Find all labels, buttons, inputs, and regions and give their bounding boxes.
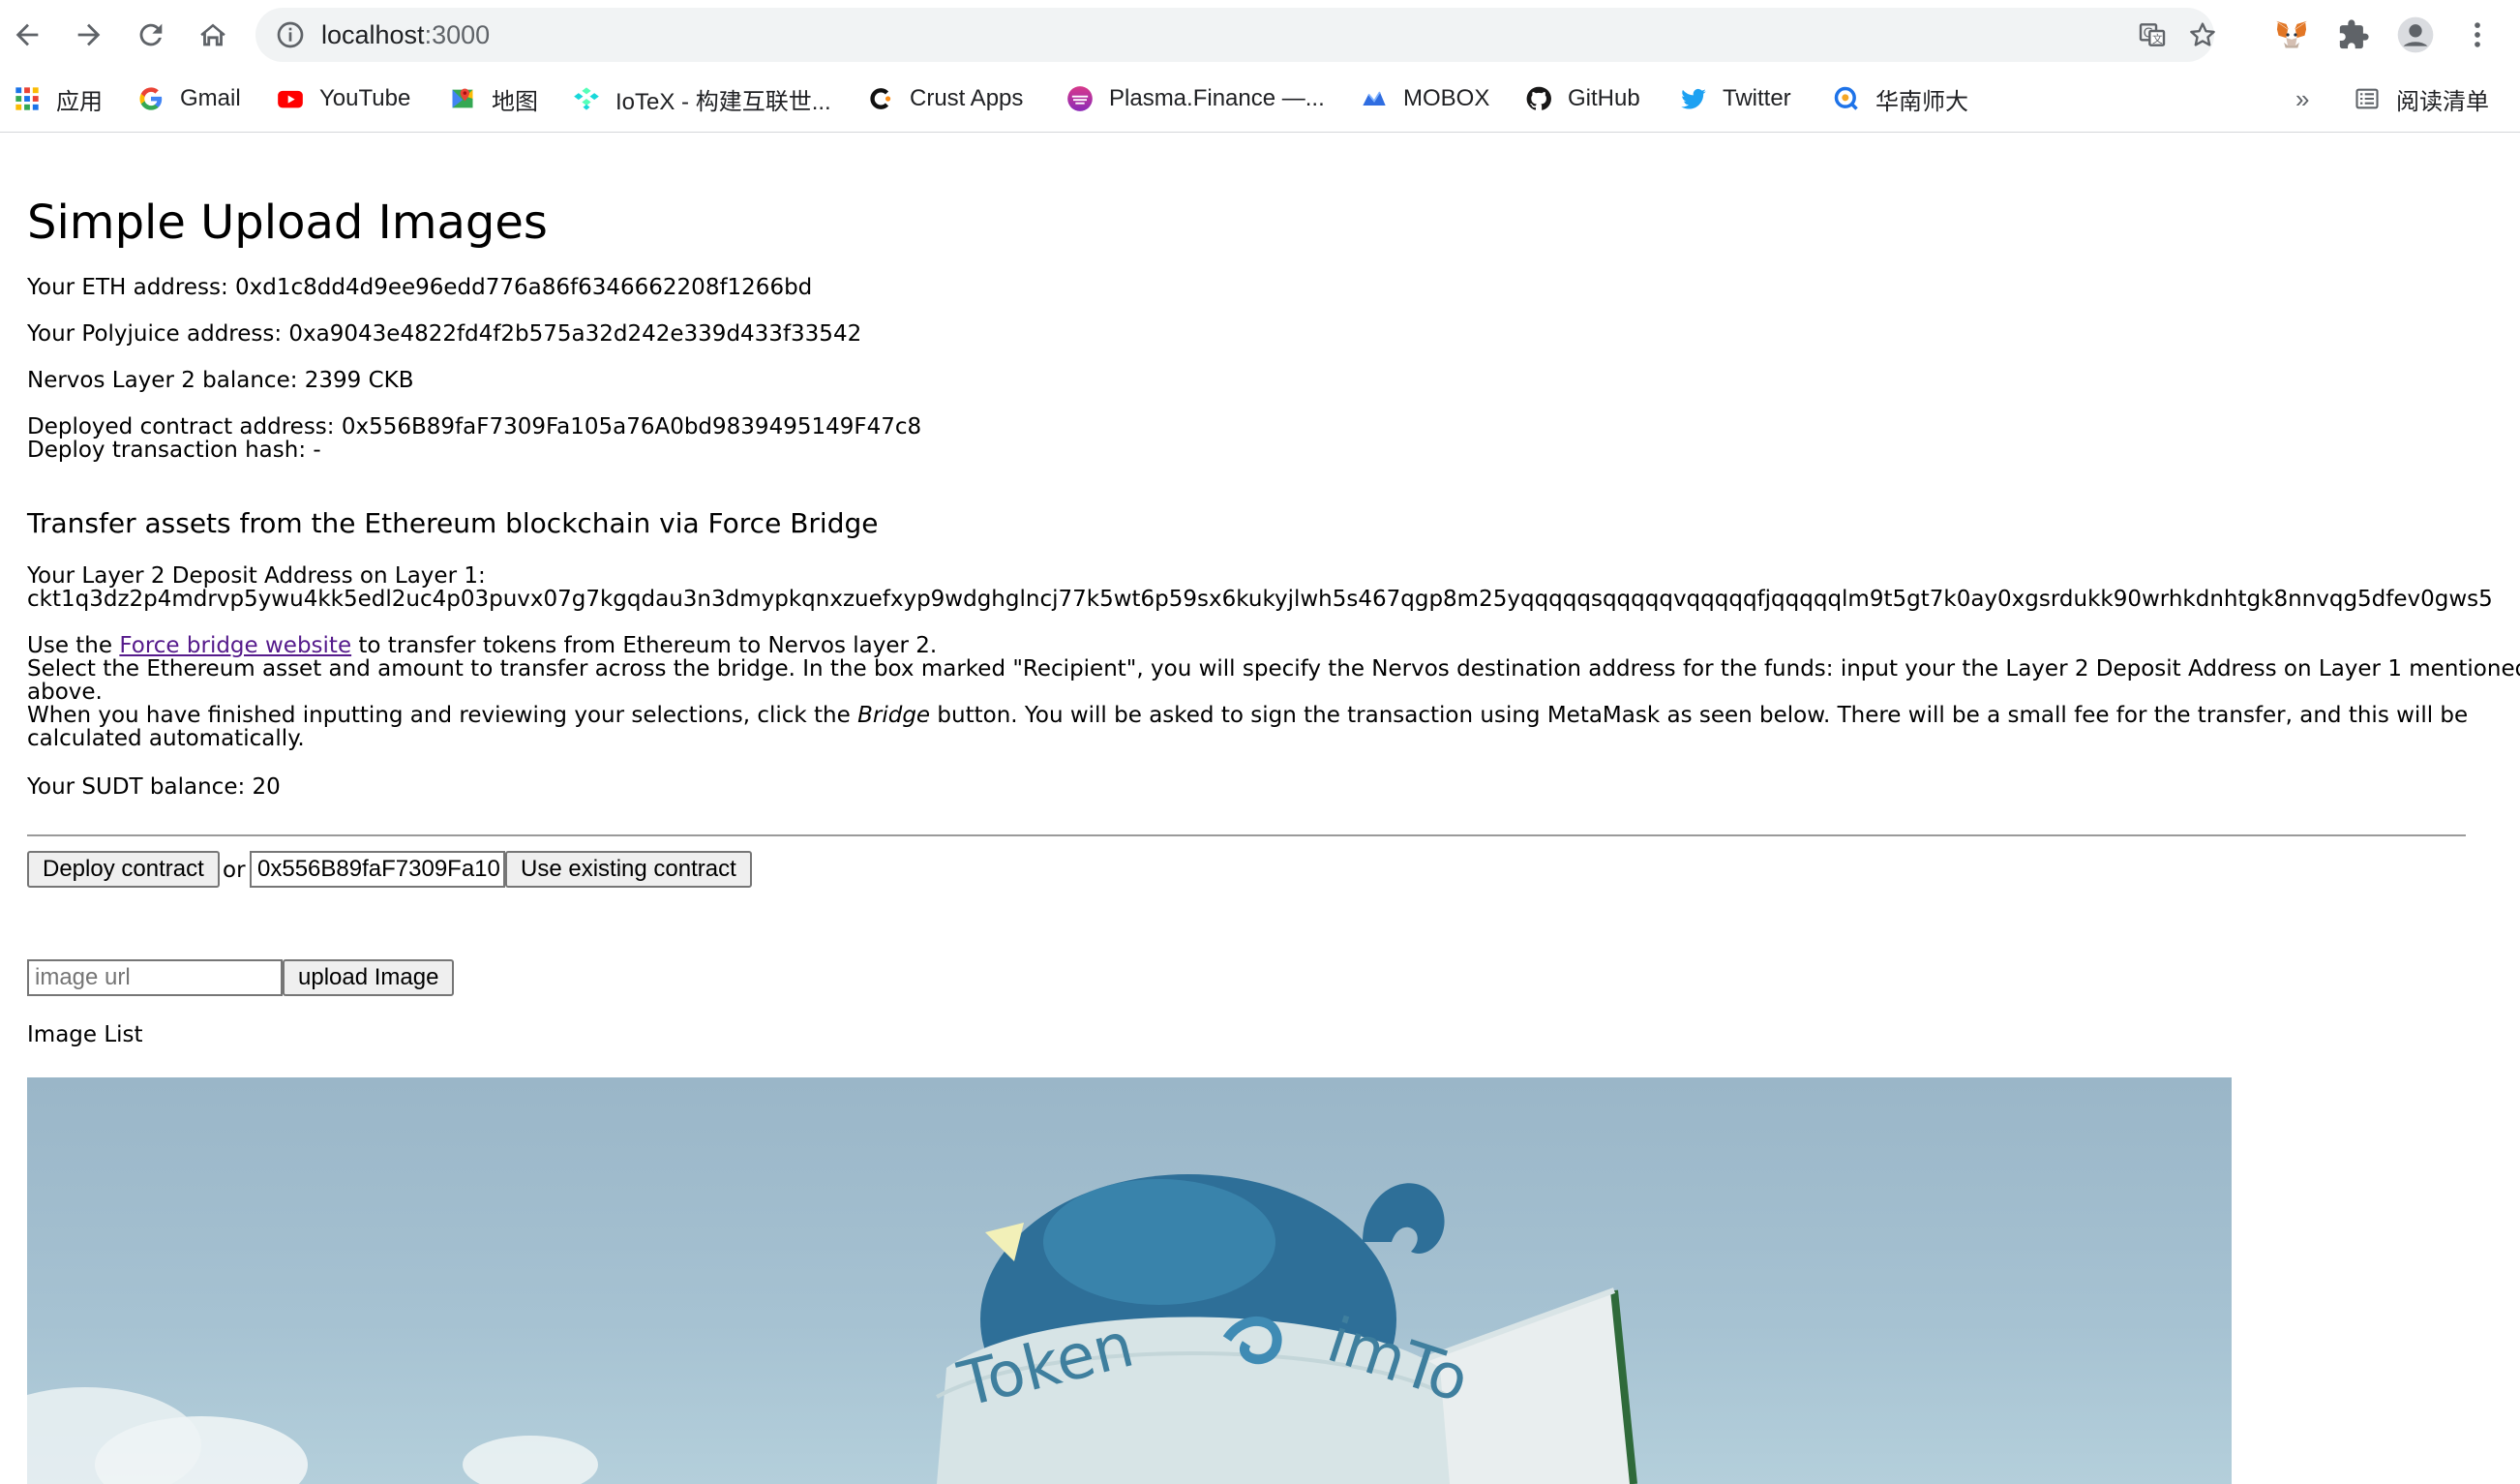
- deploy-contract-button[interactable]: Deploy contract: [27, 851, 220, 888]
- bookmark-label: YouTube: [319, 85, 411, 111]
- bookmark-mobox[interactable]: MOBOX: [1361, 79, 1489, 118]
- avatar-icon: [2397, 16, 2434, 53]
- uploaded-image: Token imTo: [27, 1077, 2232, 1484]
- apps-grid-icon: [14, 85, 41, 112]
- bookmark-youtube[interactable]: YouTube: [277, 79, 410, 118]
- force-bridge-instructions: Use the Force bridge website to transfer…: [27, 634, 937, 657]
- twitter-icon: [1680, 85, 1707, 112]
- instruction-text: When you have finished inputting and rev…: [27, 703, 858, 728]
- extensions-button[interactable]: [2332, 14, 2375, 56]
- address-bar[interactable]: localhost:3000 G文: [255, 8, 2215, 62]
- deposit-address-label: Your Layer 2 Deposit Address on Layer 1:: [27, 563, 486, 589]
- instruction-text: to transfer tokens from Ethereum to Nerv…: [351, 633, 938, 658]
- eth-address: Your ETH address: 0xd1c8dd4d9ee96edd776a…: [27, 275, 813, 300]
- profile-button[interactable]: [2394, 14, 2437, 56]
- polyjuice-address: Your Polyjuice address: 0xa9043e4822fd4f…: [27, 321, 862, 347]
- browser-menu-button[interactable]: [2456, 14, 2499, 56]
- bookmark-apps[interactable]: 应用: [14, 79, 103, 118]
- reading-list-label: 阅读清单: [2396, 88, 2489, 115]
- bookmark-label: Gmail: [180, 85, 241, 111]
- scnu-icon: [1833, 85, 1860, 112]
- instruction-text: button. You will be asked to sign the tr…: [930, 703, 2469, 728]
- sudt-balance: Your SUDT balance: 20: [27, 774, 281, 800]
- reload-button[interactable]: [130, 14, 172, 56]
- bookmark-label: 华南师大: [1875, 88, 1968, 115]
- puzzle-piece-icon: [2339, 19, 2369, 49]
- star-bookmark-icon[interactable]: [2187, 19, 2218, 50]
- divider: [27, 834, 2466, 836]
- url-text[interactable]: localhost:3000: [321, 19, 490, 50]
- back-arrow-icon: [15, 23, 39, 46]
- use-existing-contract-button[interactable]: Use existing contract: [505, 851, 752, 888]
- bookmark-label: MOBOX: [1403, 85, 1490, 111]
- imtoken-mascot-image: Token imTo: [27, 1174, 1637, 1484]
- bookmark-twitter[interactable]: Twitter: [1680, 79, 1791, 118]
- deposit-address-value: ckt1q3dz2p4mdrvp5ywu4kk5edl2uc4p03puvx07…: [27, 588, 2493, 611]
- forward-button[interactable]: [68, 14, 110, 56]
- bookmark-label: IoTeX - 构建互联世...: [615, 88, 831, 115]
- contract-address-input[interactable]: 0x556B89faF7309Fa10: [250, 851, 505, 888]
- select-asset-instructions: Select the Ethereum asset and amount to …: [27, 656, 2520, 681]
- metamask-extension-button[interactable]: [2270, 14, 2313, 56]
- bookmark-github[interactable]: GitHub: [1525, 79, 1640, 118]
- reading-list-button[interactable]: 阅读清单: [2354, 79, 2489, 118]
- bookmark-gmail[interactable]: Gmail: [137, 79, 241, 118]
- upload-image-button[interactable]: upload Image: [283, 959, 455, 996]
- bookmarks-bar: 应用 Gmail YouTube 地图 IoTeX - 构建互联世... Cru…: [0, 70, 2520, 133]
- image-url-input[interactable]: image url: [27, 959, 283, 996]
- bridge-instructions-cont: calculated automatically.: [27, 726, 305, 751]
- metamask-fox-icon: [2276, 20, 2307, 48]
- deploy-transaction-hash: Deploy transaction hash: -: [27, 438, 321, 463]
- home-button[interactable]: [192, 14, 234, 56]
- force-bridge-link[interactable]: Force bridge website: [119, 633, 351, 658]
- mobox-icon: [1361, 85, 1388, 112]
- bookmark-label: Crust Apps: [910, 85, 1024, 111]
- youtube-icon: [277, 85, 304, 112]
- bookmark-plasma[interactable]: Plasma.Finance —...: [1066, 79, 1325, 118]
- instruction-text: Use the: [27, 633, 120, 658]
- kebab-menu-icon: [2475, 22, 2480, 47]
- translate-icon[interactable]: G文: [2137, 19, 2168, 50]
- bookmark-iotex[interactable]: IoTeX - 构建互联世...: [573, 79, 831, 118]
- bridge-emphasis: Bridge: [857, 703, 931, 728]
- bookmark-label: Plasma.Finance —...: [1109, 85, 1325, 111]
- github-icon: [1525, 85, 1552, 112]
- bookmark-label: Twitter: [1723, 85, 1791, 111]
- page-title: Simple Upload Images: [27, 196, 548, 250]
- svg-text:文: 文: [2152, 33, 2163, 45]
- iotex-icon: [573, 85, 600, 112]
- google-icon: [137, 85, 165, 112]
- bookmark-crust[interactable]: Crust Apps: [867, 79, 1023, 118]
- select-asset-instructions-cont: above.: [27, 680, 103, 705]
- reload-icon: [139, 23, 163, 46]
- back-button[interactable]: [6, 14, 48, 56]
- plasma-icon: [1066, 85, 1094, 112]
- image-list-label: Image List: [27, 1022, 143, 1047]
- bookmark-label: 应用: [56, 88, 103, 115]
- deployed-contract-address: Deployed contract address: 0x556B89faF73…: [27, 414, 922, 439]
- site-info-icon[interactable]: [275, 19, 306, 50]
- or-separator: or: [223, 858, 246, 883]
- bridge-instructions: When you have finished inputting and rev…: [27, 704, 2468, 727]
- bookmarks-overflow-button[interactable]: »: [2295, 79, 2309, 118]
- layer2-balance: Nervos Layer 2 balance: 2399 CKB: [27, 368, 414, 393]
- bookmark-scnu[interactable]: 华南师大: [1833, 79, 1968, 118]
- forward-arrow-icon: [77, 23, 101, 46]
- home-icon: [200, 23, 225, 46]
- transfer-heading: Transfer assets from the Ethereum blockc…: [27, 507, 879, 539]
- bookmark-label: GitHub: [1568, 85, 1640, 111]
- reading-list-icon: [2354, 85, 2381, 112]
- bookmark-label: 地图: [492, 88, 538, 115]
- crust-icon: [867, 85, 894, 112]
- bookmark-maps[interactable]: 地图: [449, 79, 538, 118]
- browser-toolbar: localhost:3000 G文: [0, 0, 2520, 70]
- maps-icon: [449, 85, 476, 112]
